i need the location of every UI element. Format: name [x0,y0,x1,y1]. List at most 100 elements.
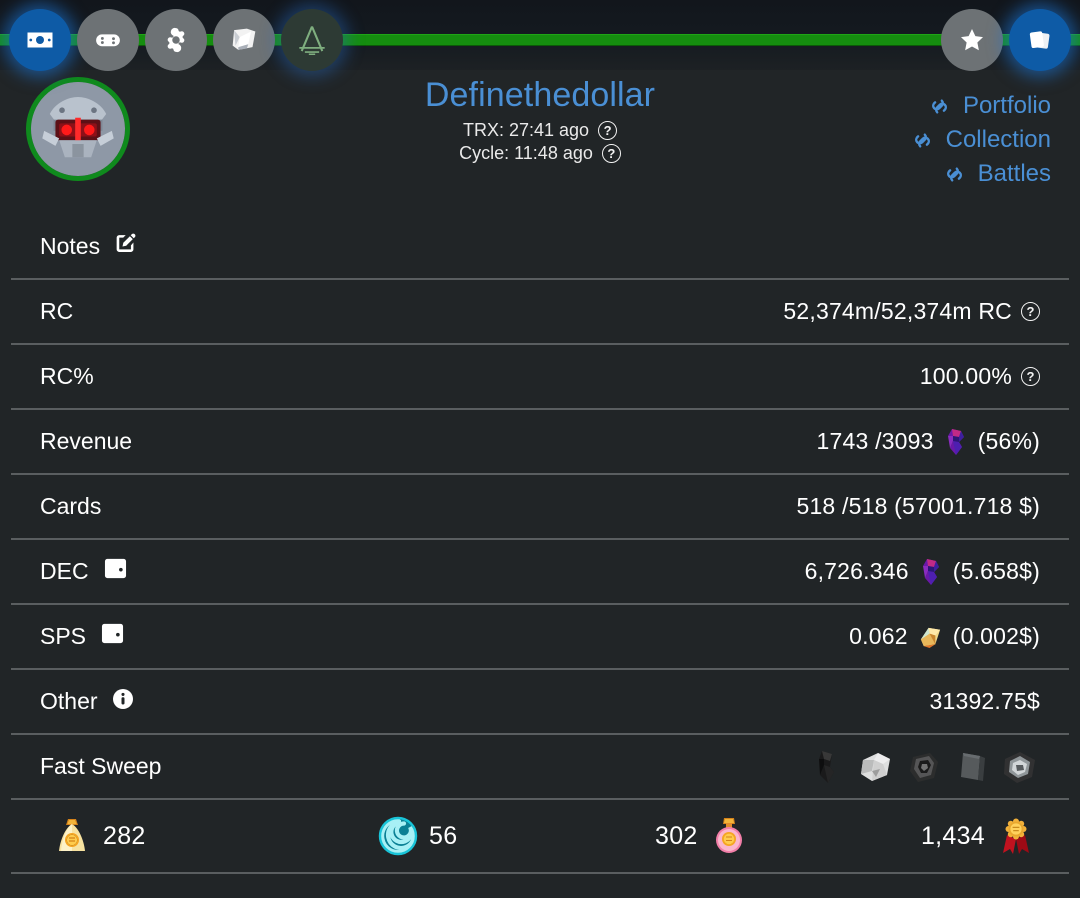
dec-value: 6,726.346 [804,558,909,584]
revenue-label: Revenue [40,428,133,454]
sweep-item-1-icon[interactable] [808,747,848,787]
letter-a-icon [293,21,331,59]
table-row-other: Other 31392.75$ [11,670,1069,735]
resource-medal[interactable]: 1,434 [839,815,1051,857]
row-label-cards: Cards [40,493,101,520]
revenue-value: 1743 /3093 [816,428,934,454]
table-row-notes[interactable]: Notes [11,215,1069,280]
sweep-item-2-icon[interactable] [856,747,896,787]
stats-table: Notes RC 52,374m/52,374m RC ? RC% 100.00… [0,215,1080,800]
sweep-item-3-icon[interactable] [904,747,944,787]
nav-button-settings[interactable] [145,9,207,71]
cards-label: Cards [40,493,102,519]
resource-gold[interactable]: 282 [29,815,299,857]
table-row-rc: RC 52,374m/52,374m RC ? [11,280,1069,345]
table-row-revenue: Revenue 1743 /3093 (56%) [11,410,1069,475]
sps-label: SPS [40,623,87,649]
rc-help-icon[interactable]: ? [1021,302,1040,321]
wallet-icon[interactable] [99,622,126,651]
sps-usd-value: (0.002$) [952,623,1040,649]
cycle-help-icon[interactable]: ? [601,144,621,163]
row-value-cards: 518 /518 (57001.718 $) [796,493,1040,520]
rc-percent-label: RC% [40,363,94,389]
row-label-other: Other [40,687,135,717]
other-value: 31392.75$ [929,688,1040,714]
gear-icon [161,25,191,55]
table-row-rc-percent: RC% 100.00% ? [11,345,1069,410]
trx-label: TRX: 27:41 ago [462,120,590,140]
row-value-rc: 52,374m/52,374m RC ? [783,298,1040,325]
table-row-cards: Cards 518 /518 (57001.718 $) [11,475,1069,540]
cards-icon [1025,25,1055,55]
row-label-rc-percent: RC% [40,363,94,390]
row-label-notes: Notes [40,231,138,262]
nav-button-money[interactable] [9,9,71,71]
row-label-rc: RC [40,298,73,325]
trx-help-icon[interactable]: ? [598,121,618,140]
medal-icon [995,815,1037,857]
dec-usd-value: (5.658$) [952,558,1040,584]
sps-gem-icon [917,624,944,649]
resource-gold-value: 282 [103,821,146,850]
fast-sweep-label: Fast Sweep [40,753,162,779]
nav-button-scroll[interactable] [213,9,275,71]
rc-percent-value: 100.00% [919,363,1012,389]
cyan-spiral-icon [377,815,419,857]
gamepad-icon [93,25,123,55]
resource-potion-value: 302 [655,821,698,850]
account-name[interactable]: Definethedollar [425,70,655,115]
profile-links: Portfolio Collection Battles [910,92,1051,188]
revenue-percent: (56%) [977,428,1040,454]
edit-icon[interactable] [113,231,138,262]
gold-bag-icon [51,815,93,857]
notes-label: Notes [40,233,101,259]
cycle-label: Cycle: 11:48 ago [459,143,593,163]
link-collection-label: Collection [945,126,1051,153]
link-collection[interactable]: Collection [910,126,1051,154]
sweep-item-4-icon[interactable] [952,747,992,787]
profile-header: Definethedollar TRX: 27:41 ago ? Cycle: … [0,70,1080,215]
row-value-other: 31392.75$ [929,688,1040,715]
row-label-fast-sweep: Fast Sweep [40,753,161,780]
row-value-sps: 0.062 (0.002$) [849,623,1040,650]
scroll-icon [227,23,261,57]
resource-bar: 282 56 302 1,434 [11,800,1069,874]
row-label-sps: SPS [40,622,126,651]
row-label-dec: DEC [40,557,129,586]
resource-potion[interactable]: 302 [569,815,839,857]
link-chain-icon [927,94,952,119]
link-chain-icon [942,162,967,187]
nav-icons-right [941,9,1071,71]
nav-button-cards[interactable] [1009,9,1071,71]
rc-label: RC [40,298,74,324]
other-label: Other [40,688,98,714]
resource-spiral-value: 56 [429,821,458,850]
rc-percent-help-icon[interactable]: ? [1021,367,1040,386]
fast-sweep-icons [808,747,1040,787]
link-chain-icon [910,128,935,153]
link-portfolio-label: Portfolio [962,92,1051,119]
resource-medal-value: 1,434 [920,821,985,850]
nav-button-letter-a[interactable] [281,9,343,71]
link-battles-label: Battles [977,160,1051,187]
dec-label: DEC [40,558,89,584]
table-row-fast-sweep: Fast Sweep [11,735,1069,800]
link-portfolio[interactable]: Portfolio [927,92,1051,120]
resource-spiral[interactable]: 56 [299,815,569,857]
dec-crystal-icon [918,558,944,586]
info-icon[interactable] [111,687,135,717]
sweep-item-5-icon[interactable] [1000,747,1040,787]
dec-crystal-icon [943,428,969,456]
wallet-icon[interactable] [102,557,129,586]
row-value-dec: 6,726.346 (5.658$) [805,558,1040,586]
cards-value: 518 /518 (57001.718 $) [796,493,1040,519]
row-label-revenue: Revenue [40,428,132,455]
nav-button-star[interactable] [941,9,1003,71]
table-row-sps: SPS 0.062 (0.002$) [11,605,1069,670]
top-navigation-bar [0,0,1080,71]
potion-icon [708,815,750,857]
nav-button-gamepad[interactable] [77,9,139,71]
table-row-dec: DEC 6,726.346 (5.658$) [11,540,1069,605]
link-battles[interactable]: Battles [942,160,1051,188]
row-value-rc-percent: 100.00% ? [920,363,1040,390]
